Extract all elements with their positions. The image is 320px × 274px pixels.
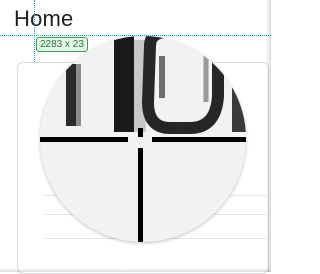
magnified-glyph-zero <box>141 36 224 134</box>
element-size-badge: 2283 x 23 <box>36 37 88 52</box>
page-title: Home <box>14 6 74 31</box>
magnified-glyph-stroke <box>66 64 76 126</box>
crosshair-horizontal-right <box>152 137 246 142</box>
crosshair-horizontal-left <box>40 137 128 142</box>
crosshair-vertical-top <box>138 128 143 137</box>
magnified-glyph-stroke <box>114 36 134 132</box>
crosshair-vertical-bottom <box>138 148 143 242</box>
screenshot-canvas: Home 2283 x 23 <box>0 0 271 274</box>
window-edge-shadow <box>266 0 271 272</box>
zoom-magnifier[interactable] <box>40 36 246 242</box>
window-edge-shadow <box>0 268 271 272</box>
magnified-pixels <box>40 36 246 242</box>
magnified-glyph-antialias <box>76 64 81 126</box>
